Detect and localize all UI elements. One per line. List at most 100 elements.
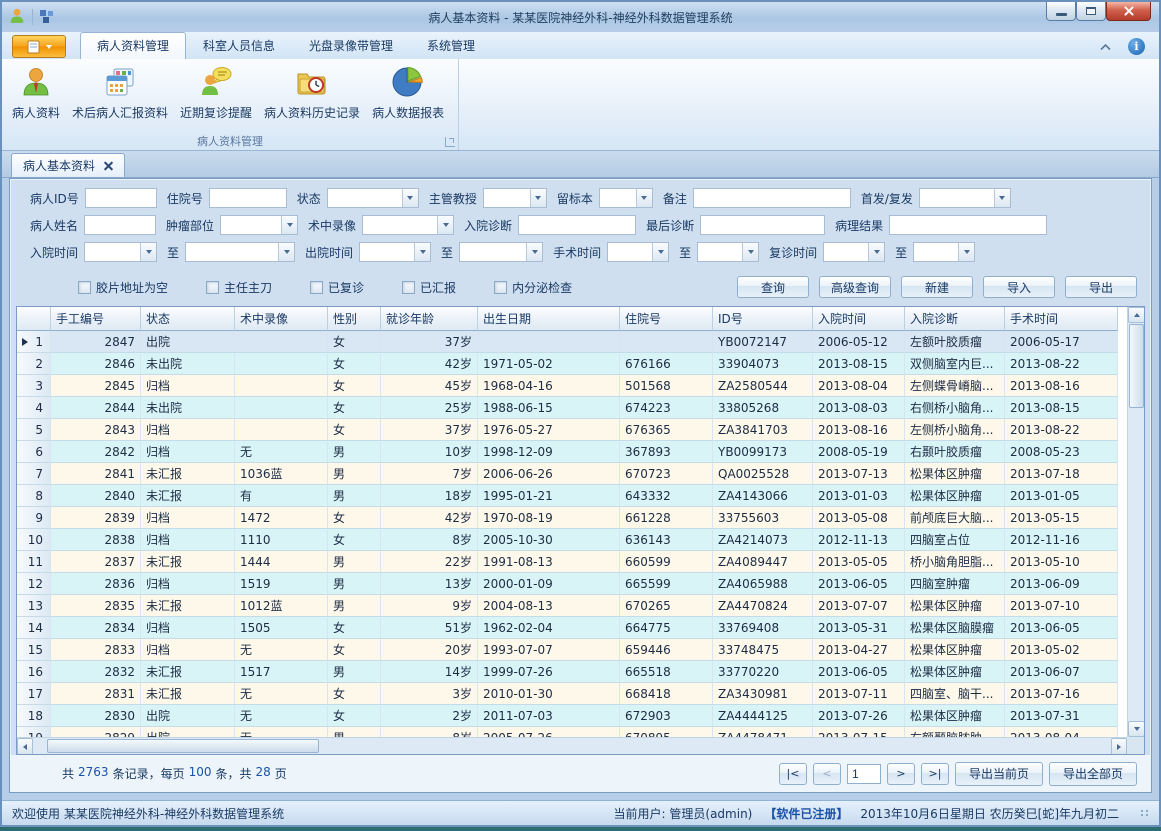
table-cell[interactable]: 2013-05-08: [813, 507, 905, 529]
table-cell[interactable]: 2013-06-09: [1005, 573, 1118, 595]
table-row[interactable]: 162832未汇报1517男14岁1999-07-266655183377022…: [17, 661, 1118, 683]
table-cell[interactable]: 2013-07-31: [1005, 705, 1118, 727]
row-number-cell[interactable]: 5: [17, 419, 51, 441]
table-cell[interactable]: 2841: [51, 463, 141, 485]
table-cell[interactable]: 松果体区肿瘤: [905, 705, 1005, 727]
table-cell[interactable]: 2830: [51, 705, 141, 727]
table-cell[interactable]: ZA4143066: [713, 485, 813, 507]
table-cell[interactable]: 2013-08-04: [1005, 727, 1118, 737]
table-cell[interactable]: 37岁: [381, 331, 478, 353]
row-number-cell[interactable]: 12: [17, 573, 51, 595]
table-cell[interactable]: 33770220: [713, 661, 813, 683]
table-cell[interactable]: 2842: [51, 441, 141, 463]
chevron-down-icon[interactable]: [437, 216, 453, 234]
table-cell[interactable]: 男: [328, 573, 381, 595]
ribbon-button[interactable]: 术后病人汇报资料: [66, 62, 174, 124]
table-cell[interactable]: 1993-07-07: [478, 639, 620, 661]
action-button-新建[interactable]: 新建: [901, 276, 973, 298]
table-cell[interactable]: 男: [328, 661, 381, 683]
chevron-down-icon[interactable]: [526, 243, 542, 261]
table-row[interactable]: 52843归档女37岁1976-05-27676365ZA38417032013…: [17, 419, 1118, 441]
scroll-up-button[interactable]: [1128, 307, 1145, 323]
filter-input-病人姓名[interactable]: [84, 215, 156, 235]
checkbox-icon[interactable]: [402, 281, 415, 294]
layout-icon[interactable]: [39, 8, 55, 27]
table-row[interactable]: 132835未汇报1012蓝男9岁2004-08-13670265ZA44708…: [17, 595, 1118, 617]
table-cell[interactable]: 女: [328, 529, 381, 551]
table-cell[interactable]: 672903: [620, 705, 713, 727]
table-cell[interactable]: 2013-07-26: [813, 705, 905, 727]
table-cell[interactable]: 女: [328, 375, 381, 397]
row-number-cell[interactable]: 1: [17, 331, 51, 353]
table-cell[interactable]: 2013-05-15: [1005, 507, 1118, 529]
chevron-down-icon[interactable]: [402, 189, 418, 207]
table-cell[interactable]: 1968-04-16: [478, 375, 620, 397]
table-cell[interactable]: 女: [328, 331, 381, 353]
next-page-button[interactable]: >: [887, 763, 915, 785]
table-cell[interactable]: 双侧脑室内巨...: [905, 353, 1005, 375]
table-cell[interactable]: 出院: [141, 705, 235, 727]
table-row[interactable]: 192829出院无男8岁2005-07-26670895ZA4478471201…: [17, 727, 1118, 737]
vertical-scroll-thumb[interactable]: [1129, 324, 1144, 408]
table-cell[interactable]: 归档: [141, 573, 235, 595]
row-number-cell[interactable]: 15: [17, 639, 51, 661]
table-cell[interactable]: [235, 331, 328, 353]
table-cell[interactable]: 有: [235, 485, 328, 507]
checkbox-胶片地址为空[interactable]: 胶片地址为空: [78, 279, 168, 296]
vertical-scrollbar[interactable]: [1127, 307, 1144, 737]
table-cell[interactable]: 1012蓝: [235, 595, 328, 617]
row-number-cell[interactable]: 4: [17, 397, 51, 419]
checkbox-icon[interactable]: [310, 281, 323, 294]
table-cell[interactable]: 2010-01-30: [478, 683, 620, 705]
table-cell[interactable]: ZA4478471: [713, 727, 813, 737]
table-cell[interactable]: 1444: [235, 551, 328, 573]
filter-input-备注[interactable]: [693, 188, 851, 208]
column-header[interactable]: 就诊年龄: [381, 307, 478, 331]
table-cell[interactable]: 男: [328, 485, 381, 507]
table-cell[interactable]: 2832: [51, 661, 141, 683]
table-cell[interactable]: 出院: [141, 727, 235, 737]
table-cell[interactable]: 1036蓝: [235, 463, 328, 485]
table-cell[interactable]: 2013-07-15: [813, 727, 905, 737]
table-cell[interactable]: 2846: [51, 353, 141, 375]
table-cell[interactable]: 2013-06-07: [1005, 661, 1118, 683]
filter-combo-入院时间[interactable]: [84, 242, 157, 262]
table-cell[interactable]: ZA4089447: [713, 551, 813, 573]
table-cell[interactable]: 松果体区肿瘤: [905, 639, 1005, 661]
table-cell[interactable]: 670265: [620, 595, 713, 617]
filter-input-病人ID号[interactable]: [85, 188, 157, 208]
scroll-right-button[interactable]: [1111, 738, 1127, 755]
chevron-down-icon[interactable]: [994, 189, 1010, 207]
table-cell[interactable]: 左额叶胶质瘤: [905, 331, 1005, 353]
export-all-pages-button[interactable]: 导出全部页: [1049, 762, 1137, 786]
action-button-高级查询[interactable]: 高级查询: [819, 276, 891, 298]
chevron-down-icon[interactable]: [140, 243, 156, 261]
table-cell[interactable]: 出院: [141, 331, 235, 353]
table-cell[interactable]: 2833: [51, 639, 141, 661]
filter-combo-留标本[interactable]: [599, 188, 653, 208]
table-cell[interactable]: 2845: [51, 375, 141, 397]
table-cell[interactable]: 2013-07-18: [1005, 463, 1118, 485]
table-cell[interactable]: 2004-08-13: [478, 595, 620, 617]
ribbon-tab[interactable]: 系统管理: [410, 32, 492, 59]
table-cell[interactable]: 1505: [235, 617, 328, 639]
table-cell[interactable]: 未汇报: [141, 683, 235, 705]
table-cell[interactable]: 1472: [235, 507, 328, 529]
table-cell[interactable]: 松果体区肿瘤: [905, 595, 1005, 617]
table-cell[interactable]: 660599: [620, 551, 713, 573]
document-tab[interactable]: 病人基本资料: [11, 153, 125, 177]
row-number-cell[interactable]: 9: [17, 507, 51, 529]
table-cell[interactable]: 1970-08-19: [478, 507, 620, 529]
table-cell[interactable]: 2836: [51, 573, 141, 595]
column-header[interactable]: 状态: [141, 307, 235, 331]
filter-combo-主管教授[interactable]: [483, 188, 547, 208]
table-cell[interactable]: 1971-05-02: [478, 353, 620, 375]
table-cell[interactable]: 37岁: [381, 419, 478, 441]
table-cell[interactable]: 2008-05-19: [813, 441, 905, 463]
row-number-cell[interactable]: 16: [17, 661, 51, 683]
table-cell[interactable]: 女: [328, 617, 381, 639]
table-cell[interactable]: 2831: [51, 683, 141, 705]
table-cell[interactable]: ZA3841703: [713, 419, 813, 441]
table-cell[interactable]: ZA3430981: [713, 683, 813, 705]
table-cell[interactable]: 2008-05-23: [1005, 441, 1118, 463]
